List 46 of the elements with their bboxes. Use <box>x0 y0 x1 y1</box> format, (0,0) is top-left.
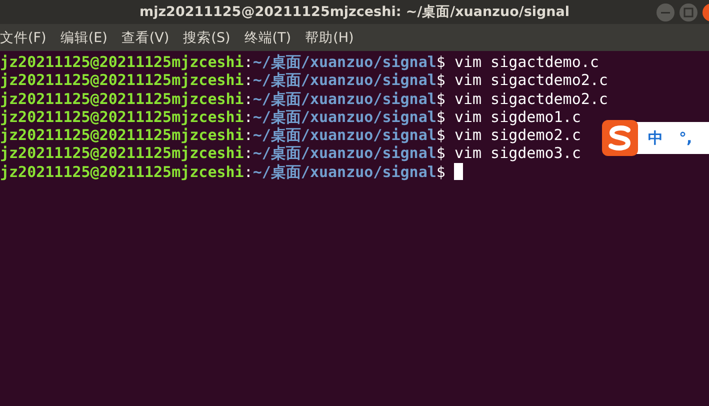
menu-item[interactable]: 编辑(E) <box>56 28 116 46</box>
maximize-button[interactable] <box>679 3 698 22</box>
prompt-symbol: $ <box>436 71 446 90</box>
minimize-button[interactable] <box>656 3 675 22</box>
menu-item[interactable]: 文件(F) <box>0 28 54 46</box>
command-text: vim sigdemo2.c <box>454 126 581 144</box>
command-text: vim sigactdemo.c <box>454 53 599 72</box>
prompt-path: ~/桌面/xuanzuo/signal <box>252 108 436 126</box>
prompt-user-host: jz20211125@20211125mjzceshi <box>0 162 244 182</box>
prompt-symbol: $ <box>436 144 446 163</box>
command-text: vim sigactdemo2.c <box>454 90 608 108</box>
prompt-path: ~/桌面/xuanzuo/signal <box>252 126 436 144</box>
menu-item[interactable]: 搜索(S) <box>179 28 238 46</box>
prompt-user-host: jz20211125@20211125mjzceshi <box>0 144 244 163</box>
prompt-user-host: jz20211125@20211125mjzceshi <box>0 108 244 126</box>
menu-item[interactable]: 查看(V) <box>117 28 178 46</box>
prompt-colon: : <box>244 71 253 90</box>
prompt-colon: : <box>244 90 253 108</box>
menu-item[interactable]: 帮助(H) <box>301 28 362 46</box>
prompt-path: ~/桌面/xuanzuo/signal <box>252 162 436 182</box>
input-mode-toggle[interactable]: 中 <box>648 128 663 148</box>
command-text: vim sigactdemo2.c <box>454 71 608 90</box>
prompt-symbol: $ <box>436 90 446 108</box>
window-title: mjz20211125@20211125mjzceshi: ~/桌面/xuanzuo/signal <box>140 3 570 21</box>
prompt-colon: : <box>244 162 253 182</box>
prompt-symbol: $ <box>436 108 446 126</box>
prompt-user-host: jz20211125@20211125mjzceshi <box>0 126 244 144</box>
prompt-symbol: $ <box>436 53 446 72</box>
menu-item[interactable]: 终端(T) <box>240 28 300 46</box>
punctuation-toggle[interactable]: °, <box>679 129 692 147</box>
prompt-user-host: jz20211125@20211125mjzceshi <box>0 90 244 108</box>
prompt-colon: : <box>244 126 253 144</box>
input-method-logo-icon[interactable] <box>600 118 640 158</box>
prompt-symbol: $ <box>436 162 446 182</box>
prompt-path: ~/桌面/xuanzuo/signal <box>252 90 436 108</box>
prompt-colon: : <box>244 53 253 72</box>
prompt-user-host: jz20211125@20211125mjzceshi <box>0 71 244 90</box>
command-text: vim sigdemo3.c <box>454 144 581 163</box>
prompt-colon: : <box>244 144 253 163</box>
prompt-colon: : <box>244 108 253 126</box>
prompt-path: ~/桌面/xuanzuo/signal <box>252 144 436 163</box>
prompt-symbol: $ <box>436 126 446 144</box>
prompt-path: ~/桌面/xuanzuo/signal <box>252 71 436 90</box>
command-text: vim sigdemo1.c <box>454 108 581 126</box>
prompt-path: ~/桌面/xuanzuo/signal <box>252 53 436 72</box>
prompt-user-host: jz20211125@20211125mjzceshi <box>0 53 244 72</box>
